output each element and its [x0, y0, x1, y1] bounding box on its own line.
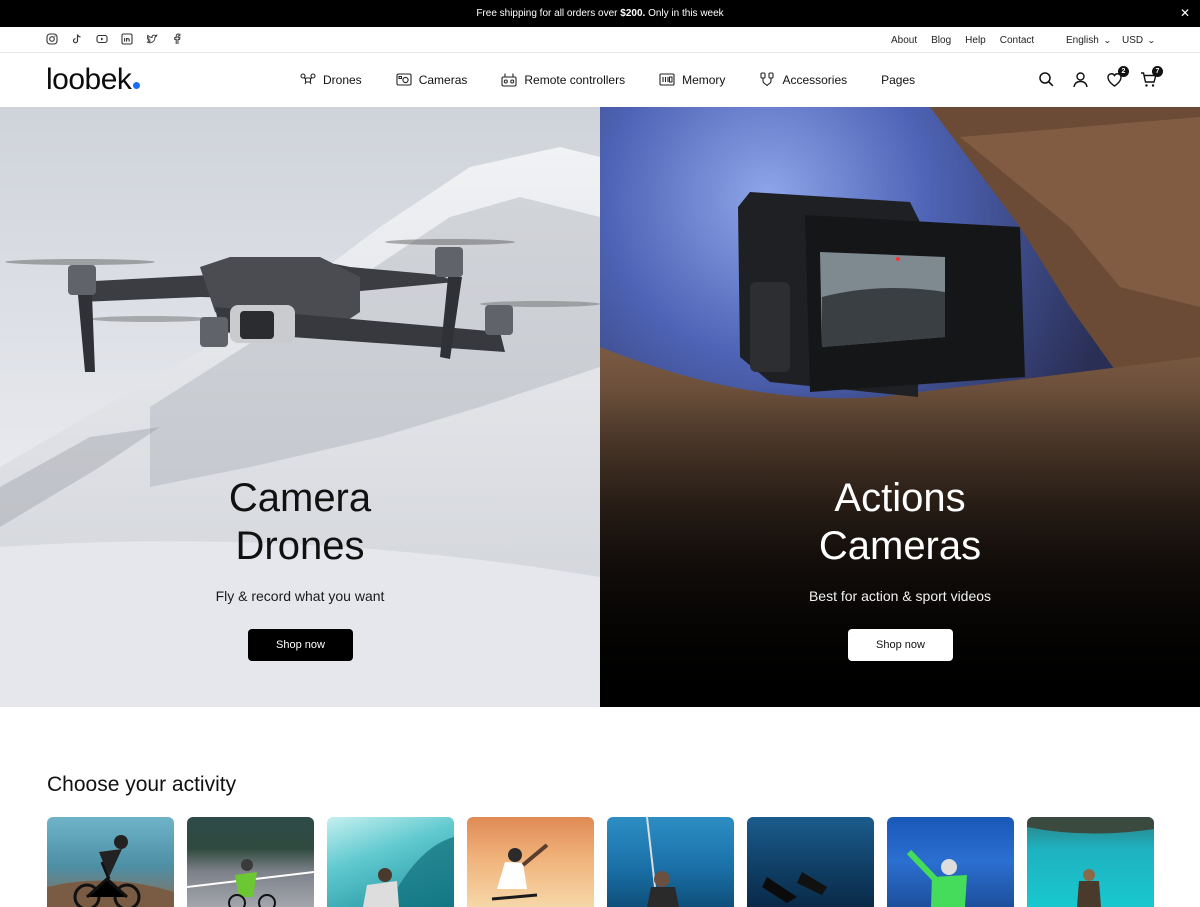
nav-item-accessories[interactable]: Accessories	[759, 72, 847, 87]
utility-links: About Blog Help Contact	[891, 35, 1034, 46]
hero-subtitle: Fly & record what you want	[215, 588, 385, 604]
logo[interactable]: loobek	[46, 63, 141, 97]
account-icon[interactable]	[1072, 71, 1089, 88]
activity-card-surfing[interactable]	[327, 817, 454, 907]
drone-icon	[300, 72, 316, 87]
nav-label: Memory	[682, 72, 726, 87]
cart-icon[interactable]: 7	[1140, 66, 1163, 88]
twitter-icon[interactable]	[146, 33, 158, 45]
announcement-bar: Free shipping for all orders over $200. …	[0, 0, 1200, 27]
drone-hero-image	[0, 147, 600, 707]
nav-item-cameras[interactable]: Cameras	[396, 72, 468, 87]
linkedin-icon[interactable]	[121, 33, 133, 45]
action-camera-hero-image	[600, 107, 1200, 707]
social-links	[46, 33, 183, 45]
nav-label: Accessories	[782, 72, 848, 87]
nav-item-remote-controllers[interactable]: Remote controllers	[501, 72, 625, 87]
camera-icon	[396, 72, 412, 87]
hero-subtitle: Best for action & sport videos	[808, 588, 992, 604]
activity-card-road-cycling[interactable]	[187, 817, 314, 907]
hero-action-cameras: Actions Cameras Best for action & sport v…	[600, 107, 1200, 707]
currency-value: USD	[1122, 35, 1144, 46]
nav-label: Remote controllers	[524, 72, 626, 87]
link-about[interactable]: About	[891, 35, 917, 46]
activity-list	[47, 817, 1154, 907]
activity-card-snowboarding[interactable]	[887, 817, 1014, 907]
youtube-icon[interactable]	[96, 33, 108, 45]
utility-bar: About Blog Help Contact English ⌄ USD ⌄	[0, 27, 1200, 53]
link-blog[interactable]: Blog	[931, 35, 951, 46]
main-nav: Drones Cameras Remote controllers Memory…	[300, 72, 949, 87]
currency-select[interactable]: USD ⌄	[1122, 35, 1156, 46]
link-contact[interactable]: Contact	[1000, 35, 1034, 46]
activity-card-snorkeling[interactable]	[607, 817, 734, 907]
hero-title: Actions Cameras	[818, 476, 982, 568]
hero-camera-drones: Camera Drones Fly & record what you want …	[0, 107, 600, 707]
link-help[interactable]: Help	[965, 35, 986, 46]
nav-item-memory[interactable]: Memory	[659, 72, 725, 87]
search-icon[interactable]	[1038, 71, 1055, 88]
memory-card-icon	[659, 72, 675, 87]
main-header: loobek Drones Cameras Remote controllers…	[0, 53, 1200, 107]
nav-label: Pages	[881, 72, 916, 87]
shop-now-button[interactable]: Shop now	[848, 629, 953, 661]
activity-card-mountain-biking[interactable]	[47, 817, 174, 907]
activity-card-skateboarding[interactable]	[467, 817, 594, 907]
activity-card-lake-hiking[interactable]	[1027, 817, 1154, 907]
wishlist-icon[interactable]: 2	[1106, 66, 1129, 88]
hero-title: Camera Drones	[228, 476, 372, 568]
logo-text: loobek	[46, 63, 132, 96]
instagram-icon[interactable]	[46, 33, 58, 45]
section-title: Choose your activity	[47, 773, 237, 796]
shop-now-button[interactable]: Shop now	[248, 629, 353, 661]
facebook-icon[interactable]	[171, 33, 183, 45]
logo-dot	[133, 82, 141, 89]
controller-icon	[501, 72, 517, 87]
tiktok-icon[interactable]	[71, 33, 83, 45]
language-select[interactable]: English ⌄	[1066, 35, 1112, 46]
announcement-text: Free shipping for all orders over $200. …	[476, 8, 724, 19]
nav-item-drones[interactable]: Drones	[300, 72, 362, 87]
nav-label: Cameras	[418, 72, 468, 87]
chevron-down-icon: ⌄	[1147, 36, 1156, 45]
wishlist-count-badge: 2	[1118, 66, 1129, 77]
nav-item-pages[interactable]: Pages	[881, 72, 915, 87]
nav-label: Drones	[323, 72, 362, 87]
cart-count-badge: 7	[1152, 66, 1163, 77]
activity-card-freediving[interactable]	[747, 817, 874, 907]
accessories-icon	[759, 72, 775, 87]
language-value: English	[1066, 35, 1099, 46]
header-actions: 2 7	[1038, 66, 1163, 88]
close-icon[interactable]: ✕	[1180, 7, 1190, 19]
chevron-down-icon: ⌄	[1102, 36, 1112, 45]
